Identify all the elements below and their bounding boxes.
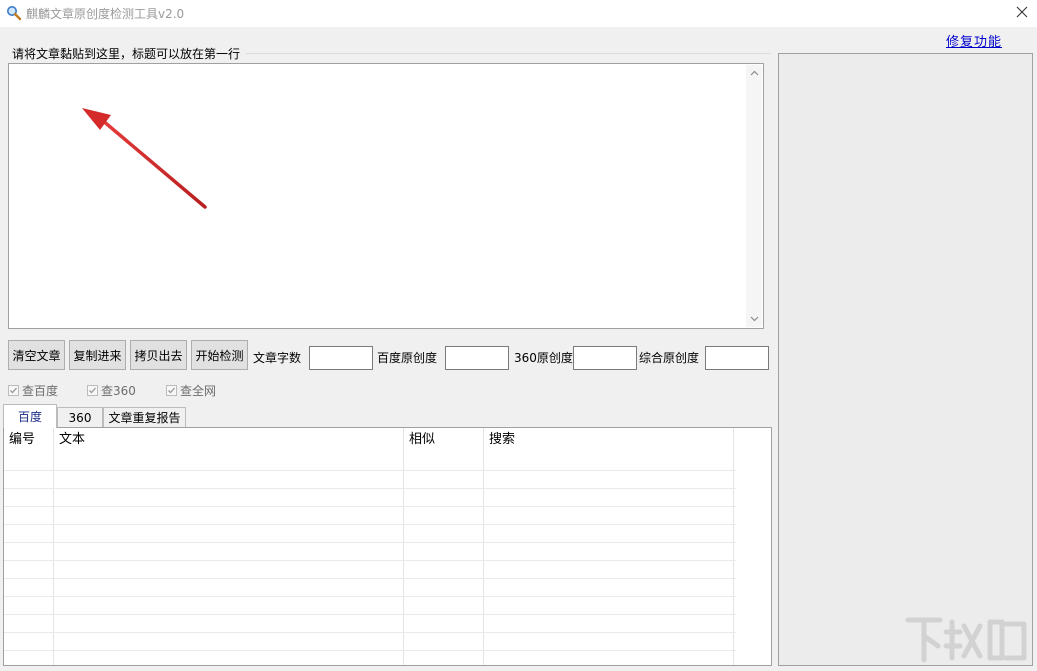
table-row [4, 524, 736, 525]
paste-in-button[interactable]: 复制进来 [69, 340, 126, 370]
table-row [4, 578, 736, 579]
column-header-text[interactable]: 文本 [54, 428, 85, 451]
scroll-down-arrow-icon[interactable] [746, 311, 762, 327]
table-row [4, 560, 736, 561]
check-360-checkbox[interactable]: 查360 [87, 382, 136, 399]
results-table[interactable]: 编号 文本 相似 搜索 [3, 427, 772, 666]
check-all-web-label: 查全网 [180, 384, 217, 398]
column-header-id[interactable]: 编号 [4, 428, 35, 451]
table-row [4, 596, 736, 597]
word-count-field[interactable] [309, 346, 373, 370]
repair-function-link[interactable]: 修复功能 [946, 31, 1002, 50]
article-text-area[interactable] [8, 63, 764, 329]
table-row [4, 650, 736, 651]
vertical-scrollbar[interactable] [746, 65, 762, 327]
check-baidu-checkbox[interactable]: 查百度 [8, 382, 58, 399]
table-row [4, 542, 736, 543]
window-title: 麒麟文章原创度检测工具v2.0 [26, 7, 185, 21]
column-divider [53, 428, 54, 665]
table-row [4, 506, 736, 507]
table-row [4, 470, 736, 471]
copy-out-button[interactable]: 拷贝出去 [130, 340, 187, 370]
column-divider [733, 428, 734, 665]
baidu-originality-label: 百度原创度 [377, 351, 438, 365]
table-row [4, 488, 736, 489]
s360-originality-label: 360原创度 [514, 351, 573, 365]
table-row [4, 614, 736, 615]
column-divider [403, 428, 404, 665]
word-count-label: 文章字数 [253, 351, 302, 365]
checkmark-icon [166, 385, 177, 396]
close-button[interactable] [1006, 0, 1037, 27]
checkmark-icon [8, 385, 19, 396]
watermark-logo [905, 617, 1027, 663]
start-check-button[interactable]: 开始检测 [191, 340, 248, 370]
column-header-similarity[interactable]: 相似 [404, 428, 435, 451]
overall-originality-field[interactable] [705, 346, 769, 370]
check-baidu-label: 查百度 [22, 384, 59, 398]
table-header: 编号 文本 相似 搜索 [4, 428, 771, 451]
scroll-up-arrow-icon[interactable] [746, 65, 762, 81]
group-box-border [246, 53, 771, 54]
column-divider [483, 428, 484, 665]
baidu-originality-field[interactable] [445, 346, 509, 370]
editor-group-label: 请将文章黏贴到这里，标题可以放在第一行 [12, 45, 243, 62]
tab-360[interactable]: 360 [57, 407, 103, 427]
tab-duplicate-report[interactable]: 文章重复报告 [103, 407, 186, 427]
check-all-web-checkbox[interactable]: 查全网 [166, 382, 216, 399]
checkmark-icon [87, 385, 98, 396]
s360-originality-field[interactable] [573, 346, 637, 370]
close-icon [1016, 6, 1028, 21]
tab-baidu[interactable]: 百度 [3, 404, 57, 428]
column-header-search[interactable]: 搜索 [484, 428, 515, 451]
overall-originality-label: 综合原创度 [639, 351, 700, 365]
right-side-panel [778, 53, 1033, 666]
magnifier-icon [6, 5, 22, 21]
check-360-label: 查360 [101, 384, 136, 398]
table-row [4, 632, 736, 633]
title-bar: 麒麟文章原创度检测工具v2.0 [0, 0, 1037, 27]
clear-article-button[interactable]: 清空文章 [8, 340, 65, 370]
